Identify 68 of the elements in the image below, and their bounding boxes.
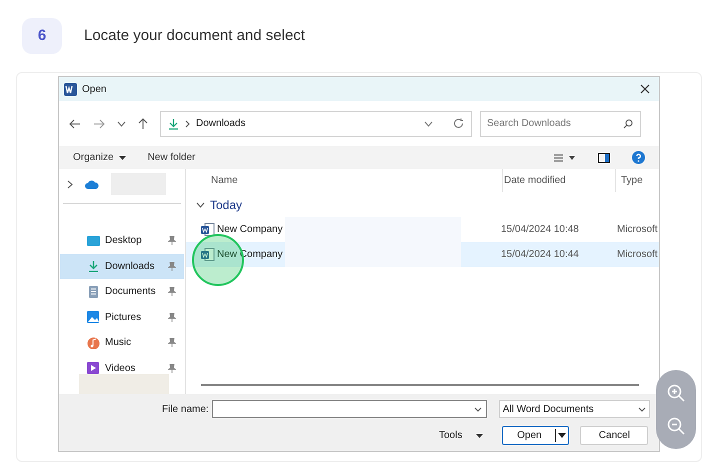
sidebar-item[interactable]: Downloads <box>60 254 184 279</box>
search-field[interactable]: Search Downloads <box>480 110 641 136</box>
column-header[interactable]: Date modified <box>502 169 615 192</box>
chevron-down-icon <box>474 406 482 412</box>
address-bar[interactable]: Downloads <box>160 110 472 136</box>
zoom-out-icon[interactable] <box>667 417 685 436</box>
back-arrow-icon[interactable] <box>69 118 81 128</box>
group-heading: Today <box>210 196 242 214</box>
pin-icon[interactable] <box>168 262 176 271</box>
file-name: New Company <box>217 223 281 237</box>
file-type-dropdown[interactable]: All Word Documents <box>498 400 650 418</box>
zoom-in-icon[interactable] <box>667 384 685 402</box>
sidebar-item[interactable]: Pictures <box>60 304 184 330</box>
open-button[interactable]: Open <box>502 426 570 445</box>
sidebar-item[interactable]: Desktop <box>60 228 184 254</box>
chevron-down-icon <box>638 406 646 412</box>
dropdown-arrow-icon <box>558 433 566 438</box>
chevron-down-icon[interactable] <box>424 120 433 126</box>
sidebar-item[interactable]: Documents <box>60 279 184 304</box>
word-logo-icon <box>64 82 77 96</box>
date-modified: 15/04/2024 10:44 <box>501 248 580 262</box>
search-icon <box>623 118 633 128</box>
video-icon <box>87 362 100 374</box>
forward-arrow-icon[interactable] <box>93 118 105 128</box>
picture-icon <box>87 311 100 324</box>
refresh-icon[interactable] <box>453 118 464 129</box>
pin-icon[interactable] <box>168 236 176 246</box>
dropdown-arrow-icon <box>118 156 126 160</box>
view-menu-icon[interactable] <box>554 154 576 162</box>
date-modified: 15/04/2024 10:48 <box>501 223 580 237</box>
field-label: File name: <box>162 402 209 416</box>
file-type: Microsoft <box>617 223 658 237</box>
dropdown-arrow-icon <box>476 434 484 438</box>
pin-icon[interactable] <box>168 338 176 348</box>
chevron-right-icon[interactable] <box>67 180 73 188</box>
sidebar-item[interactable]: Music <box>60 330 184 356</box>
column-header[interactable]: Type <box>615 169 643 192</box>
chevron-down-icon[interactable] <box>117 120 126 126</box>
music-icon <box>87 336 100 349</box>
desktop-icon <box>87 234 100 247</box>
help-icon[interactable] <box>632 151 645 164</box>
file-type: Microsoft <box>617 248 658 262</box>
pin-icon[interactable] <box>168 312 176 322</box>
column-header[interactable]: Name <box>211 173 502 188</box>
download-icon <box>168 118 179 130</box>
window-title: Open <box>82 82 106 96</box>
pin-icon[interactable] <box>168 287 176 296</box>
step-title: Locate your document and select <box>84 26 305 46</box>
word-document-icon <box>201 223 215 236</box>
close-icon[interactable] <box>640 84 650 94</box>
up-arrow-icon[interactable] <box>138 118 148 130</box>
word-document-icon <box>201 248 215 261</box>
step-number: 6 <box>22 18 62 54</box>
new-folder-button[interactable]: New folder <box>148 150 196 165</box>
pin-icon[interactable] <box>168 364 176 373</box>
breadcrumb[interactable]: Downloads <box>196 116 246 131</box>
preview-pane-icon[interactable] <box>598 152 610 162</box>
tools-menu-button[interactable]: Tools <box>439 428 484 443</box>
download-icon <box>87 260 100 272</box>
chevron-down-icon[interactable] <box>196 202 205 208</box>
cancel-button[interactable]: Cancel <box>580 426 648 445</box>
sidebar-item[interactable]: Videos <box>60 356 184 381</box>
organize-menu-button[interactable]: Organize <box>73 150 126 165</box>
document-icon <box>87 286 100 298</box>
file-name-field[interactable] <box>212 400 487 418</box>
cloud-icon <box>85 180 99 188</box>
chevron-right-icon <box>185 120 190 128</box>
file-row[interactable]: New Company 15/04/2024 10:48 Microsoft <box>186 217 659 242</box>
